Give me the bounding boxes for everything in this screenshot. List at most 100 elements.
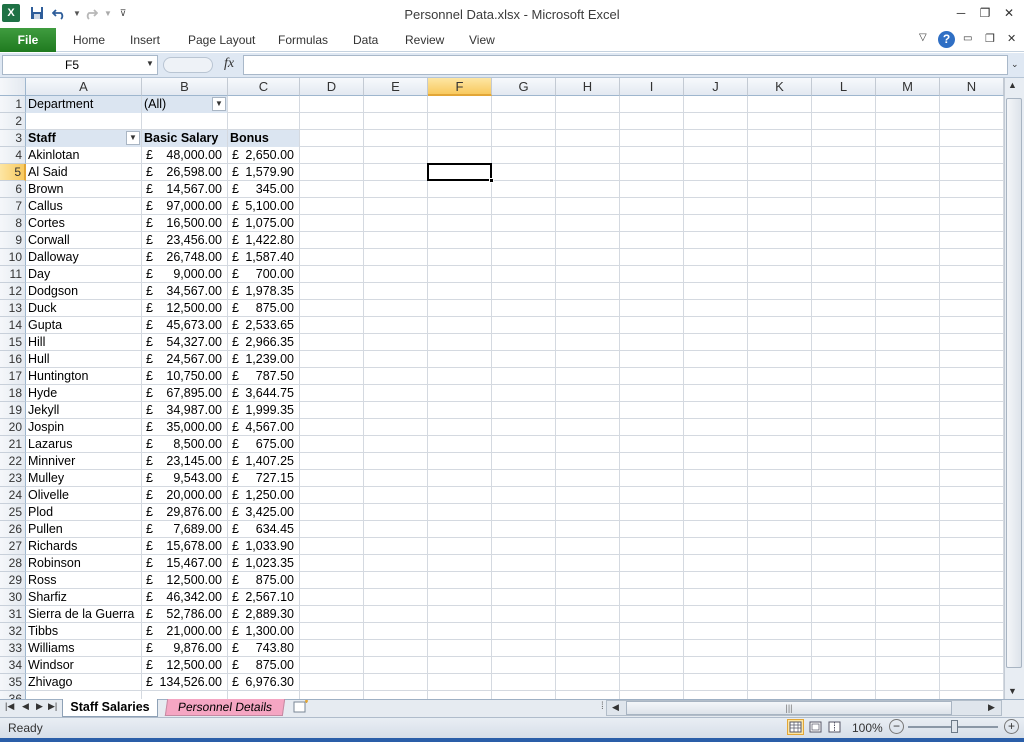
zoom-in-icon[interactable]: + — [1004, 719, 1019, 734]
staff-name-cell[interactable]: Dodgson — [26, 283, 141, 300]
row-header[interactable]: 32 — [0, 623, 26, 640]
basic-salary-cell[interactable]: £67,895.00 — [142, 385, 227, 402]
row-header[interactable]: 1 — [0, 96, 26, 113]
staff-name-cell[interactable]: Olivelle — [26, 487, 141, 504]
row-header[interactable]: 35 — [0, 674, 26, 691]
tab-review[interactable]: Review — [405, 33, 444, 47]
basic-salary-cell[interactable]: £45,673.00 — [142, 317, 227, 334]
bonus-cell[interactable]: £1,239.00 — [228, 351, 299, 368]
staff-name-cell[interactable]: Jospin — [26, 419, 141, 436]
row-header[interactable]: 25 — [0, 504, 26, 521]
basic-salary-cell[interactable]: £20,000.00 — [142, 487, 227, 504]
staff-name-cell[interactable]: Plod — [26, 504, 141, 521]
row-header[interactable]: 30 — [0, 589, 26, 606]
staff-filter-dropdown-icon[interactable]: ▼ — [126, 131, 140, 145]
row-header[interactable]: 5 — [0, 164, 26, 181]
staff-name-cell[interactable]: Ross — [26, 572, 141, 589]
basic-salary-cell[interactable]: £134,526.00 — [142, 674, 227, 691]
column-header-g[interactable]: G — [492, 78, 556, 96]
staff-name-cell[interactable]: Mulley — [26, 470, 141, 487]
row-header[interactable]: 12 — [0, 283, 26, 300]
row-header[interactable]: 27 — [0, 538, 26, 555]
staff-name-cell[interactable]: Cortes — [26, 215, 141, 232]
bonus-cell[interactable]: £2,966.35 — [228, 334, 299, 351]
bonus-cell[interactable]: £1,587.40 — [228, 249, 299, 266]
bonus-cell[interactable]: £2,533.65 — [228, 317, 299, 334]
bonus-cell[interactable]: £3,425.00 — [228, 504, 299, 521]
page-layout-view-icon[interactable] — [808, 720, 823, 737]
column-header-e[interactable]: E — [364, 78, 428, 96]
vertical-scroll-thumb[interactable] — [1006, 98, 1022, 668]
basic-salary-cell[interactable]: £10,750.00 — [142, 368, 227, 385]
basic-salary-cell[interactable]: £46,342.00 — [142, 589, 227, 606]
basic-salary-cell[interactable]: £21,000.00 — [142, 623, 227, 640]
tab-view[interactable]: View — [469, 33, 495, 47]
basic-salary-cell[interactable]: £12,500.00 — [142, 300, 227, 317]
basic-salary-cell[interactable]: £15,467.00 — [142, 555, 227, 572]
bonus-cell[interactable]: £787.50 — [228, 368, 299, 385]
select-all-corner[interactable] — [0, 78, 26, 96]
staff-name-cell[interactable]: Al Said — [26, 164, 141, 181]
basic-salary-cell[interactable]: £34,987.00 — [142, 402, 227, 419]
staff-name-cell[interactable]: Dalloway — [26, 249, 141, 266]
row-header[interactable]: 8 — [0, 215, 26, 232]
staff-name-cell[interactable]: Callus — [26, 198, 141, 215]
row-header[interactable]: 7 — [0, 198, 26, 215]
expand-formula-bar-icon[interactable]: ⌄ — [1011, 59, 1019, 70]
basic-salary-cell[interactable]: £29,876.00 — [142, 504, 227, 521]
workbook-minimize-icon[interactable]: ▭ — [963, 33, 972, 44]
staff-name-cell[interactable]: Williams — [26, 640, 141, 657]
staff-name-cell[interactable]: Duck — [26, 300, 141, 317]
row-header[interactable]: 33 — [0, 640, 26, 657]
staff-name-cell[interactable]: Corwall — [26, 232, 141, 249]
workbook-close-icon[interactable]: ✕ — [1007, 32, 1016, 45]
column-header-j[interactable]: J — [684, 78, 748, 96]
staff-name-cell[interactable]: Lazarus — [26, 436, 141, 453]
bonus-cell[interactable]: £2,650.00 — [228, 147, 299, 164]
bonus-cell[interactable]: £345.00 — [228, 181, 299, 198]
insert-worksheet-icon[interactable] — [290, 700, 312, 715]
bonus-cell[interactable]: £875.00 — [228, 572, 299, 589]
row-header[interactable]: 21 — [0, 436, 26, 453]
bonus-cell[interactable]: £727.15 — [228, 470, 299, 487]
workbook-restore-icon[interactable]: ❐ — [985, 32, 995, 45]
row-header[interactable]: 11 — [0, 266, 26, 283]
column-header-l[interactable]: L — [812, 78, 876, 96]
previous-sheet-icon[interactable]: ◀ — [22, 701, 29, 712]
insert-function-icon[interactable]: fx — [224, 56, 234, 72]
bonus-cell[interactable]: £634.45 — [228, 521, 299, 538]
row-header[interactable]: 13 — [0, 300, 26, 317]
tab-page-layout[interactable]: Page Layout — [188, 33, 255, 47]
tab-home[interactable]: Home — [73, 33, 105, 47]
minimize-button[interactable]: ─ — [950, 4, 972, 22]
row-header[interactable]: 22 — [0, 453, 26, 470]
bonus-cell[interactable]: £1,422.80 — [228, 232, 299, 249]
bonus-cell[interactable]: £2,889.30 — [228, 606, 299, 623]
basic-salary-cell[interactable]: £12,500.00 — [142, 572, 227, 589]
basic-salary-cell[interactable]: £97,000.00 — [142, 198, 227, 215]
row-header[interactable]: 14 — [0, 317, 26, 334]
fill-handle[interactable] — [489, 178, 494, 183]
help-icon[interactable]: ? — [938, 31, 955, 48]
first-sheet-icon[interactable]: |◀ — [5, 701, 14, 712]
basic-salary-cell[interactable]: £54,327.00 — [142, 334, 227, 351]
scroll-left-icon[interactable]: ◀ — [612, 702, 619, 713]
row-header[interactable]: 17 — [0, 368, 26, 385]
basic-salary-cell[interactable]: £35,000.00 — [142, 419, 227, 436]
restore-button[interactable]: ❐ — [974, 4, 996, 22]
row-header[interactable]: 34 — [0, 657, 26, 674]
staff-name-cell[interactable]: Hill — [26, 334, 141, 351]
staff-name-cell[interactable]: Sharfiz — [26, 589, 141, 606]
row-header[interactable]: 28 — [0, 555, 26, 572]
bonus-cell[interactable]: £1,250.00 — [228, 487, 299, 504]
name-box[interactable]: F5 — [2, 55, 158, 75]
basic-salary-cell[interactable]: £23,145.00 — [142, 453, 227, 470]
bonus-cell[interactable]: £5,100.00 — [228, 198, 299, 215]
sheet-tab-staff-salaries[interactable]: Staff Salaries — [62, 699, 158, 717]
row-header[interactable]: 6 — [0, 181, 26, 198]
filter-dropdown-icon[interactable]: ▼ — [212, 97, 226, 111]
bonus-cell[interactable]: £1,579.90 — [228, 164, 299, 181]
bonus-cell[interactable]: £875.00 — [228, 300, 299, 317]
basic-salary-cell[interactable]: £8,500.00 — [142, 436, 227, 453]
staff-name-cell[interactable]: Windsor — [26, 657, 141, 674]
